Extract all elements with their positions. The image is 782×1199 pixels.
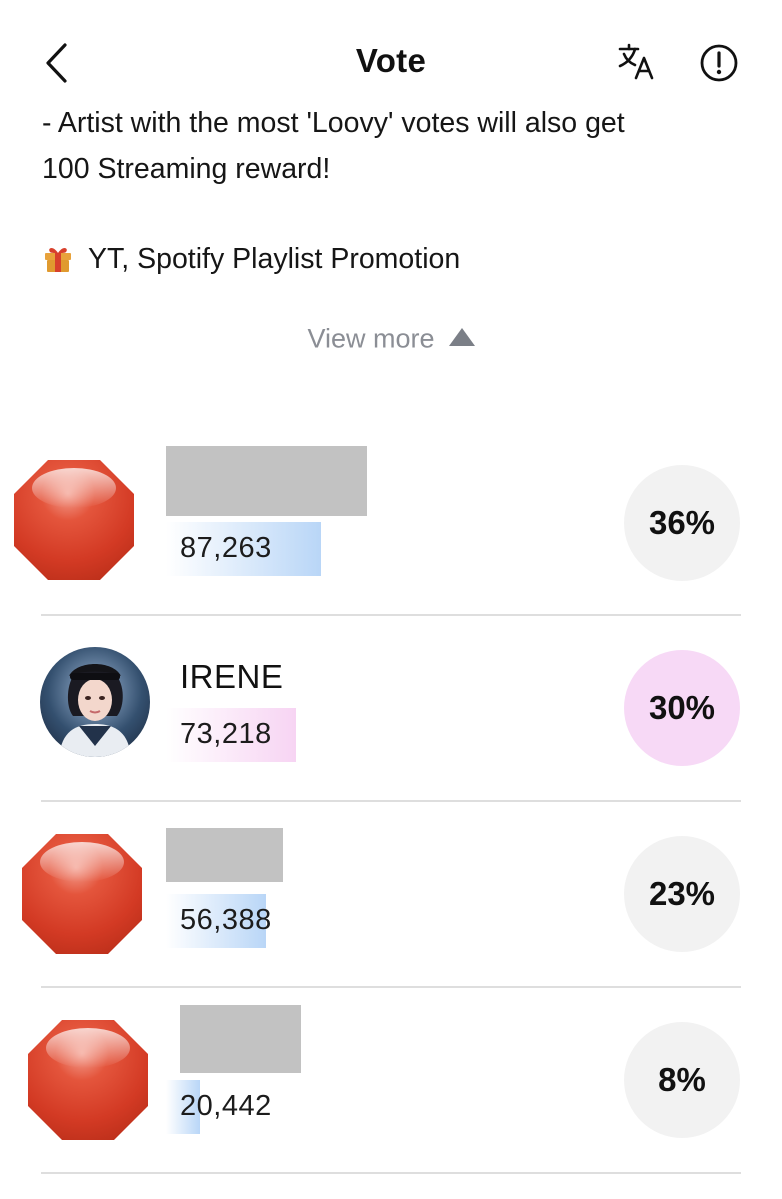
description-line: 100 Streaming reward! — [42, 153, 331, 185]
vote-percent: 36% — [624, 465, 740, 581]
redacted-name — [166, 446, 367, 516]
redacted-name — [166, 828, 283, 882]
view-more-button[interactable]: View more — [0, 322, 782, 354]
candidate-name: IRENE — [180, 658, 284, 695]
vote-percent: 8% — [624, 1022, 740, 1138]
row-divider — [41, 1172, 741, 1174]
vote-percent: 30% — [624, 650, 740, 766]
info-button[interactable] — [697, 41, 741, 85]
stop-sign-icon — [22, 834, 142, 954]
top-bar: Vote — [0, 0, 782, 110]
candidate-row[interactable]: 87,263 36% — [0, 430, 782, 616]
vote-count: 20,442 — [180, 1090, 272, 1122]
page-title: Vote — [355, 42, 427, 79]
triangle-up-icon — [448, 327, 475, 346]
candidate-row[interactable]: 20,442 8% — [0, 988, 782, 1174]
vote-count: 87,263 — [180, 532, 272, 564]
stop-sign-icon — [28, 1020, 148, 1140]
translate-button[interactable] — [614, 40, 658, 84]
artist-photo — [40, 647, 150, 757]
vote-description: - Artist with the most 'Loovy' votes wil… — [42, 100, 742, 192]
vote-count: 56,388 — [180, 904, 272, 936]
promotion-text: YT, Spotify Playlist Promotion — [88, 243, 461, 275]
view-more-label: View more — [307, 323, 435, 354]
alert-circle-icon — [700, 44, 738, 82]
gift-icon — [42, 242, 74, 288]
vote-count: 73,218 — [180, 718, 272, 750]
promotion-line: YT, Spotify Playlist Promotion — [42, 236, 460, 288]
candidate-row[interactable]: IRENE 73,218 30% — [0, 616, 782, 802]
redacted-name — [180, 1005, 301, 1073]
candidate-row[interactable]: 56,388 23% — [0, 802, 782, 988]
description-line: - Artist with the most 'Loovy' votes wil… — [42, 107, 625, 139]
translate-icon — [618, 43, 654, 80]
stop-sign-icon — [14, 460, 134, 580]
vote-percent: 23% — [624, 836, 740, 952]
